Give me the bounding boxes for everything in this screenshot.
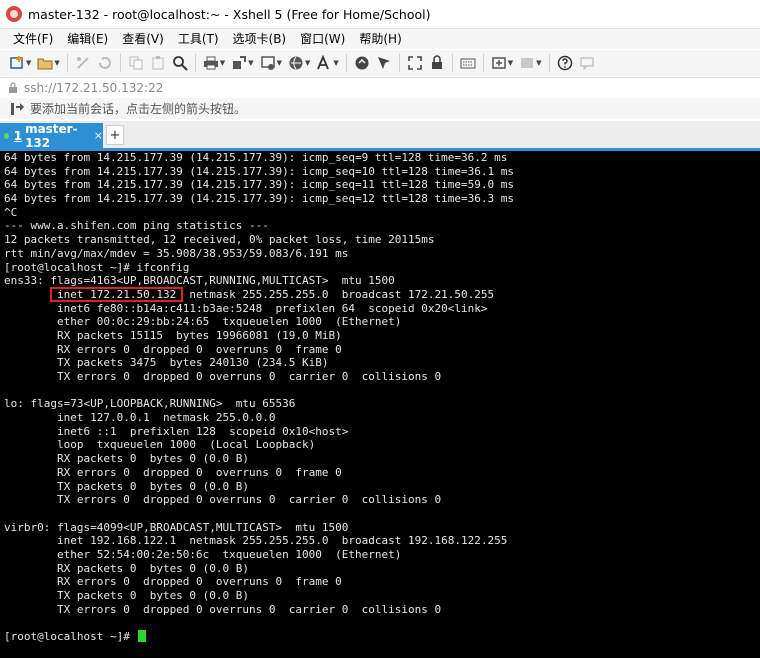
terminal-line: ens33: flags=4163<UP,BROADCAST,RUNNING,M… bbox=[4, 274, 395, 288]
print-dropdown-icon[interactable]: ▼ bbox=[220, 59, 225, 67]
terminal-line: rtt min/avg/max/mdev = 35.908/38.953/59.… bbox=[4, 246, 349, 260]
terminal-line: ether 00:0c:29:bb:24:65 txqueuelen 1000 … bbox=[4, 315, 402, 329]
terminal-line: inet6 ::1 prefixlen 128 scopeid 0x10<hos… bbox=[4, 424, 349, 438]
terminal-line: 64 bytes from 14.215.177.39 (14.215.177.… bbox=[4, 164, 514, 178]
terminal-line: RX packets 15115 bytes 19966081 (19.0 Mi… bbox=[4, 328, 342, 342]
keyboard-icon[interactable] bbox=[460, 55, 476, 71]
find-icon[interactable] bbox=[172, 55, 188, 71]
terminal-line: 12 packets transmitted, 12 received, 0% … bbox=[4, 233, 435, 247]
disconnect-icon[interactable] bbox=[75, 55, 91, 71]
terminal-line: 64 bytes from 14.215.177.39 (14.215.177.… bbox=[4, 192, 514, 206]
menu-view[interactable]: 查看(V) bbox=[115, 29, 171, 49]
terminal-line: RX packets 0 bytes 0 (0.0 B) bbox=[4, 561, 250, 575]
connected-status-icon bbox=[4, 132, 9, 139]
help-icon[interactable] bbox=[557, 55, 573, 71]
globe-dropdown-icon[interactable]: ▼ bbox=[305, 59, 310, 67]
menu-tools[interactable]: 工具(T) bbox=[171, 29, 226, 49]
xshell-logo-icon bbox=[6, 6, 22, 22]
terminal-line: ^C bbox=[4, 205, 18, 219]
terminal-line: virbr0: flags=4099<UP,BROADCAST,MULTICAS… bbox=[4, 520, 349, 534]
terminal-line: RX errors 0 dropped 0 overruns 0 frame 0 bbox=[4, 342, 342, 356]
font-icon[interactable] bbox=[316, 55, 332, 71]
new-session-dropdown-icon[interactable]: ▼ bbox=[26, 59, 31, 67]
menu-window[interactable]: 窗口(W) bbox=[293, 29, 352, 49]
copy-icon[interactable] bbox=[128, 55, 144, 71]
terminal-line: 64 bytes from 14.215.177.39 (14.215.177.… bbox=[4, 151, 508, 164]
menu-edit[interactable]: 编辑(E) bbox=[60, 29, 115, 49]
properties-dropdown-icon[interactable]: ▼ bbox=[277, 59, 282, 67]
terminal-line: --- www.a.shifen.com ping statistics --- bbox=[4, 219, 269, 233]
properties-icon[interactable] bbox=[260, 55, 276, 71]
terminal-cursor bbox=[138, 630, 147, 643]
session-hint-text: 要添加当前会话，点击左侧的箭头按钮。 bbox=[30, 102, 247, 116]
paste-icon[interactable] bbox=[150, 55, 166, 71]
terminal-lines: 64 bytes from 14.215.177.39 (14.215.177.… bbox=[4, 151, 760, 644]
new-tab-button[interactable]: + bbox=[106, 125, 124, 145]
terminal-line: TX packets 0 bytes 0 (0.0 B) bbox=[4, 479, 250, 493]
terminal-line: TX errors 0 dropped 0 overruns 0 carrier… bbox=[4, 493, 442, 507]
transfer-icon[interactable] bbox=[231, 55, 247, 71]
add-tab-dropdown-icon[interactable]: ▼ bbox=[508, 59, 513, 67]
terminal-line: TX errors 0 dropped 0 overruns 0 carrier… bbox=[4, 602, 442, 616]
open-dropdown-icon[interactable]: ▼ bbox=[54, 59, 59, 67]
terminal-line: RX errors 0 dropped 0 overruns 0 frame 0 bbox=[4, 575, 342, 589]
terminal-line: inet6 fe80::b14a:c411:b3ae:5248 prefixle… bbox=[4, 301, 488, 315]
tab-close-icon[interactable]: × bbox=[94, 129, 103, 142]
window-title: master-132 - root@localhost:~ - Xshell 5… bbox=[28, 6, 431, 22]
xftp-icon[interactable] bbox=[354, 55, 370, 71]
terminal-line: TX packets 0 bytes 0 (0.0 B) bbox=[4, 589, 250, 602]
terminal-line: inet 192.168.122.1 netmask 255.255.255.0… bbox=[4, 534, 508, 548]
print-icon[interactable] bbox=[203, 55, 219, 71]
terminal-line: inet 127.0.0.1 netmask 255.0.0.0 bbox=[4, 411, 276, 425]
terminal-line: [root@localhost ~]# ifconfig bbox=[4, 260, 190, 274]
terminal-line: TX packets 3475 bytes 240130 (234.5 KiB) bbox=[4, 356, 329, 370]
globe-icon[interactable] bbox=[288, 55, 304, 71]
terminal-line: ether 52:54:00:2e:50:6c txqueuelen 1000 … bbox=[4, 547, 402, 561]
lock-icon[interactable] bbox=[429, 55, 445, 71]
add-session-arrow-icon[interactable] bbox=[10, 102, 24, 116]
font-dropdown-icon[interactable]: ▼ bbox=[333, 59, 338, 67]
session-hint-bar: 要添加当前会话，点击左侧的箭头按钮。 bbox=[0, 98, 760, 119]
chat-icon[interactable] bbox=[579, 55, 595, 71]
menu-help[interactable]: 帮助(H) bbox=[352, 29, 408, 49]
tab-label: master-132 bbox=[25, 121, 78, 150]
fullscreen-icon[interactable] bbox=[407, 55, 423, 71]
terminal-line: TX errors 0 dropped 0 overruns 0 carrier… bbox=[4, 370, 442, 383]
terminal-line: 64 bytes from 14.215.177.39 (14.215.177.… bbox=[4, 178, 514, 192]
address-text[interactable]: ssh://172.21.50.132:22 bbox=[24, 81, 163, 95]
menu-bar: 文件(F) 编辑(E) 查看(V) 工具(T) 选项卡(B) 窗口(W) 帮助(… bbox=[0, 29, 760, 49]
layout-dropdown-icon[interactable]: ▼ bbox=[536, 59, 541, 67]
new-session-icon[interactable] bbox=[9, 55, 25, 71]
ip-highlight-box bbox=[50, 287, 183, 302]
terminal-line: [root@localhost ~]# bbox=[4, 630, 760, 644]
transfer-dropdown-icon[interactable]: ▼ bbox=[248, 59, 253, 67]
terminal-line: loop txqueuelen 1000 (Local Loopback) bbox=[4, 438, 316, 452]
reconnect-icon[interactable] bbox=[97, 55, 113, 71]
menu-file[interactable]: 文件(F) bbox=[6, 29, 60, 49]
xmanager-icon[interactable] bbox=[376, 55, 392, 71]
terminal-line: lo: flags=73<UP,LOOPBACK,RUNNING> mtu 65… bbox=[4, 397, 296, 411]
add-tab-icon[interactable] bbox=[491, 55, 507, 71]
lock-icon bbox=[8, 82, 18, 94]
terminal-line: RX errors 0 dropped 0 overruns 0 frame 0 bbox=[4, 465, 342, 479]
tab-master-132[interactable]: 1 master-132 × bbox=[0, 121, 103, 150]
terminal-output[interactable]: 64 bytes from 14.215.177.39 (14.215.177.… bbox=[0, 151, 760, 658]
open-folder-icon[interactable] bbox=[37, 55, 53, 71]
layout-icon[interactable] bbox=[519, 55, 535, 71]
menu-tab[interactable]: 选项卡(B) bbox=[226, 29, 294, 49]
address-bar[interactable]: ssh://172.21.50.132:22 bbox=[0, 77, 760, 99]
title-bar: master-132 - root@localhost:~ - Xshell 5… bbox=[0, 0, 760, 29]
toolbar: ▼ ▼ ▼ ▼ ▼ ▼ ▼ ▼ ▼ bbox=[0, 50, 760, 76]
terminal-line: RX packets 0 bytes 0 (0.0 B) bbox=[4, 452, 250, 466]
tab-number: 1 bbox=[13, 128, 23, 143]
tab-bar: 1 master-132 × + bbox=[0, 121, 760, 151]
